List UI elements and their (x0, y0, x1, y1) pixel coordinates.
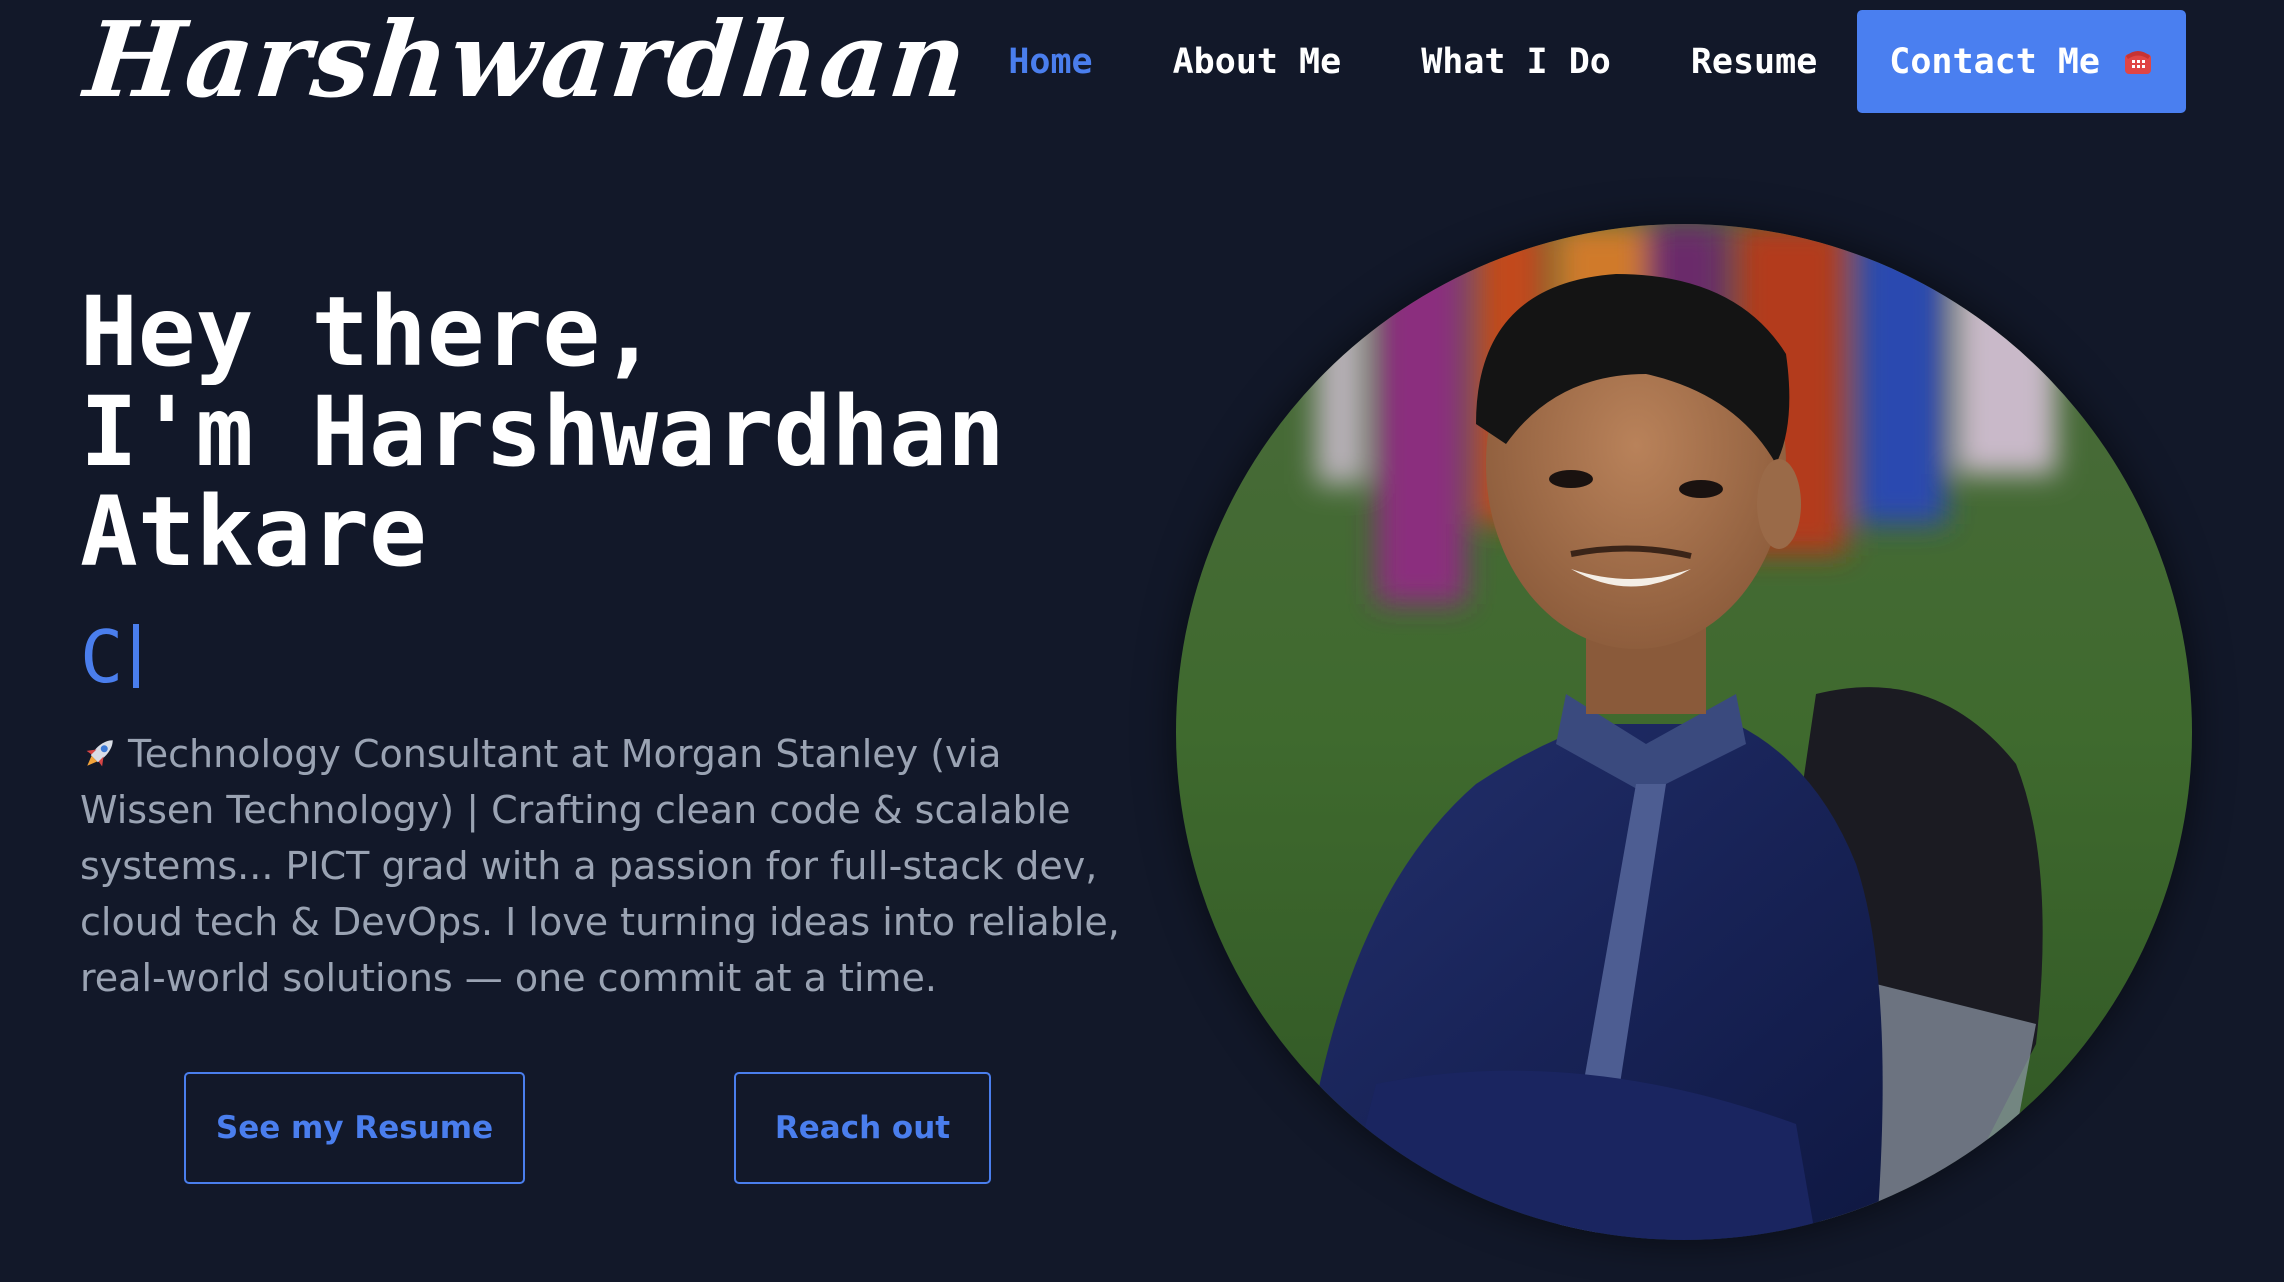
hero-heading-line-3: Atkare (80, 476, 427, 588)
profile-photo (1176, 224, 2192, 1240)
contact-me-label: Contact Me (1889, 41, 2100, 82)
rocket-icon (80, 732, 120, 772)
profile-photo-illustration (1176, 224, 2192, 1240)
hero-heading: Hey there, I'm Harshwardhan Atkare (80, 282, 1160, 582)
hero-bio: Technology Consultant at Morgan Stanley … (80, 726, 1120, 1006)
nav-what-i-do-link[interactable]: What I Do (1421, 42, 1611, 82)
hero-heading-line-1: Hey there, (80, 276, 658, 388)
see-resume-button[interactable]: See my Resume (184, 1072, 525, 1184)
reach-out-button[interactable]: Reach out (734, 1072, 991, 1184)
typing-cursor (133, 624, 140, 688)
typing-text-value: C (80, 615, 124, 699)
nav-resume-link[interactable]: Resume (1691, 42, 1817, 82)
hero-bio-text: Technology Consultant at Morgan Stanley … (80, 732, 1120, 1000)
typing-text: C (80, 612, 140, 702)
hero-heading-line-2: I'm Harshwardhan (80, 376, 1005, 488)
contact-me-button[interactable]: Contact Me (1857, 10, 2186, 113)
nav-about-link[interactable]: About Me (1173, 42, 1342, 82)
site-logo[interactable]: Harshwardhan (80, 0, 975, 121)
telephone-icon (2122, 46, 2154, 78)
nav-home-link[interactable]: Home (1008, 42, 1092, 82)
main-nav: Home About Me What I Do Resume Contact M… (1008, 10, 2186, 113)
